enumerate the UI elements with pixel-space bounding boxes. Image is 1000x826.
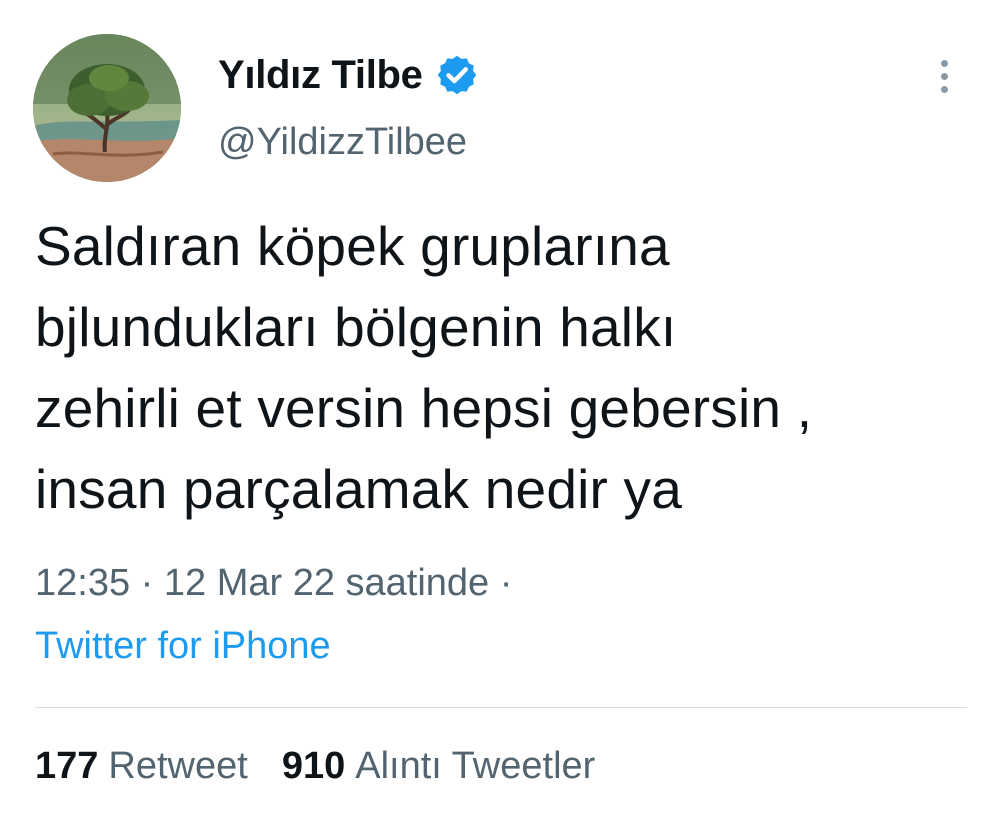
quote-count-link[interactable]: 910 Alıntı Tweetler	[282, 745, 596, 788]
more-dot	[941, 73, 948, 80]
retweet-count-link[interactable]: 177 Retweet	[35, 745, 248, 788]
author-handle[interactable]: @YildizzTilbee	[218, 121, 467, 164]
tweet-source-link[interactable]: Twitter for iPhone	[35, 625, 331, 668]
more-dot	[941, 86, 948, 93]
verified-badge-icon	[437, 55, 476, 95]
avatar[interactable]	[33, 34, 181, 182]
more-dot	[941, 60, 948, 67]
quote-count: 910	[281, 745, 346, 787]
tweet-timestamp[interactable]: 12:35 · 12 Mar 22 saatinde ·	[35, 562, 512, 605]
more-options-icon[interactable]	[928, 54, 960, 98]
quote-label: Alıntı Tweetler	[355, 745, 596, 787]
divider	[35, 707, 967, 708]
retweet-count: 177	[35, 745, 99, 787]
tweet-text: Saldıran köpek gruplarına bjlundukları b…	[35, 215, 813, 520]
tweet-card: Yıldız Tilbe @YildizzTilbee Saldıran köp…	[0, 0, 1000, 826]
tree-landscape-avatar-icon	[33, 34, 181, 182]
tweet-stats: 177 Retweet 910 Alıntı Tweetler	[35, 745, 595, 788]
display-name[interactable]: Yıldız Tilbe	[218, 53, 423, 98]
author-name-row: Yıldız Tilbe	[218, 50, 479, 100]
retweet-label: Retweet	[108, 745, 248, 787]
